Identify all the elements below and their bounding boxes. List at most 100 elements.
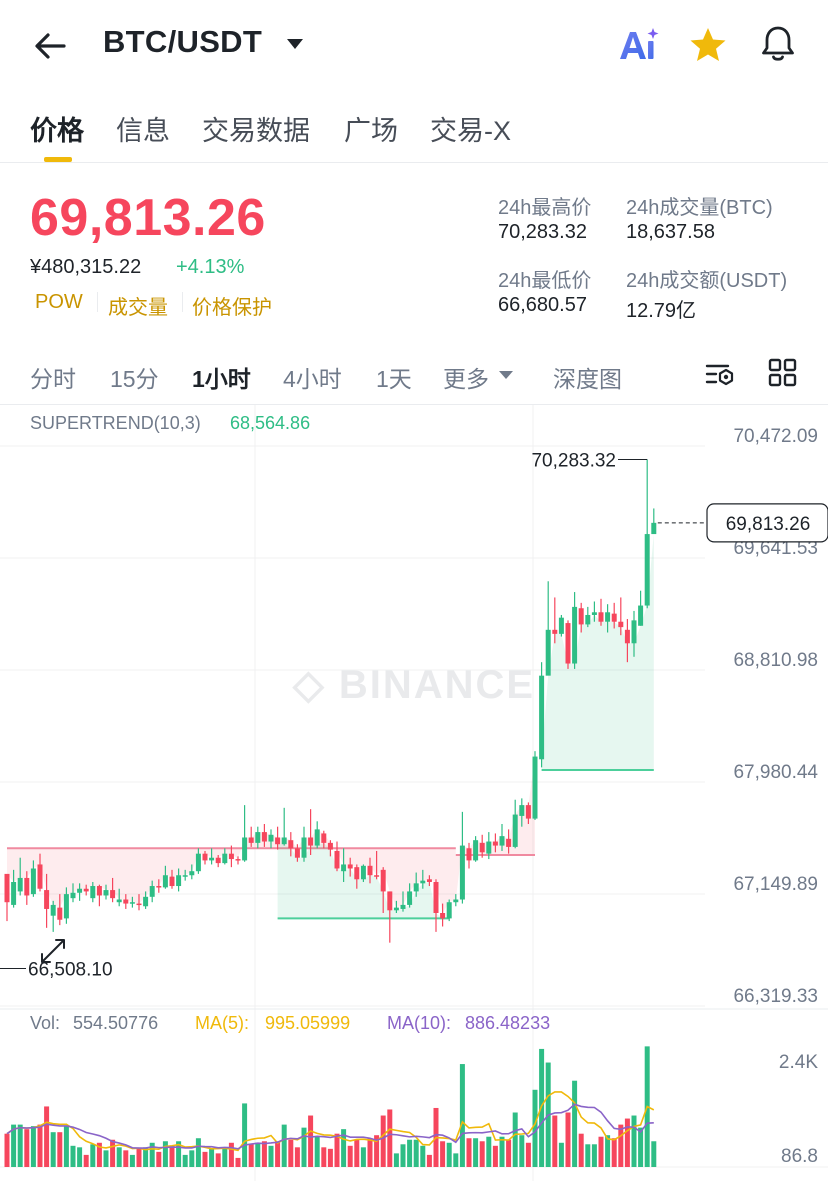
volume-bar xyxy=(195,1138,201,1167)
interval-1h[interactable]: 1小时 xyxy=(192,360,251,394)
candle-body xyxy=(341,864,347,872)
volume-bar xyxy=(24,1129,30,1167)
tab-trading-data[interactable]: 交易数据 xyxy=(202,109,310,148)
candle-body xyxy=(63,894,69,919)
tag-volume[interactable]: 成交量 xyxy=(108,291,168,320)
back-arrow-icon[interactable] xyxy=(30,26,70,66)
candle-body xyxy=(486,841,492,854)
candle-body xyxy=(202,853,208,861)
candle-body xyxy=(618,621,624,628)
candle-body xyxy=(605,612,611,622)
tab-price[interactable]: 价格 xyxy=(30,109,84,148)
depth-chart-tab[interactable]: 深度图 xyxy=(553,360,622,394)
tab-trading-x[interactable]: 交易-X xyxy=(430,109,511,148)
volume-bar xyxy=(651,1141,657,1167)
candle-body xyxy=(116,899,122,903)
interval-4h[interactable]: 4小时 xyxy=(283,360,342,394)
volume-bar xyxy=(446,1142,452,1167)
volume-bar xyxy=(248,1144,254,1167)
tag-pow[interactable]: POW xyxy=(35,291,83,314)
candle-body xyxy=(400,904,406,909)
candle-body xyxy=(96,886,102,896)
volume-bar xyxy=(83,1154,89,1167)
volume-bar xyxy=(294,1147,300,1167)
volume-bar xyxy=(17,1124,23,1167)
volume-tick-label: 86.8 xyxy=(781,1146,818,1167)
y-tick-label: 70,472.09 xyxy=(733,426,818,447)
candle-body xyxy=(156,886,162,888)
candle-body xyxy=(162,875,168,888)
candle-body xyxy=(644,534,650,606)
chart-settings-icon[interactable] xyxy=(704,358,736,390)
tab-square[interactable]: 广场 xyxy=(344,109,398,148)
candle-body xyxy=(327,842,333,850)
volume-bar xyxy=(103,1150,109,1167)
candle-body xyxy=(123,899,129,904)
candle-body xyxy=(360,865,366,880)
more-caret-down-icon[interactable] xyxy=(498,370,514,380)
volume-bar xyxy=(453,1153,459,1167)
volume-bar xyxy=(314,1136,320,1167)
volume-bar xyxy=(116,1147,122,1167)
last-price-label: 69,813.26 xyxy=(726,514,811,535)
candle-body xyxy=(519,805,525,816)
candle-body xyxy=(255,832,261,843)
volume-bar xyxy=(327,1148,333,1167)
kline-chart[interactable]: 70,472.09 69,641.53 68,810.98 67,980.44 67,1… xyxy=(0,404,828,1181)
candle-body xyxy=(591,612,597,615)
volume-bar xyxy=(182,1154,188,1167)
volume-bar xyxy=(611,1138,617,1167)
star-icon[interactable] xyxy=(688,26,728,64)
y-tick-label: 67,149.89 xyxy=(733,874,818,895)
chart-top-divider xyxy=(0,404,828,405)
candle-body xyxy=(30,868,36,895)
volume-bar xyxy=(4,1133,10,1167)
interval-time-sharing[interactable]: 分时 xyxy=(30,360,76,394)
bell-icon[interactable] xyxy=(758,24,798,64)
ma5-label: MA(5): xyxy=(195,1013,249,1033)
candle-body xyxy=(420,880,426,884)
trading-pair-title[interactable]: BTC/USDT xyxy=(103,24,262,60)
candle-body xyxy=(413,883,419,892)
candle-body xyxy=(367,865,373,876)
caret-down-icon[interactable] xyxy=(286,38,304,50)
tab-info[interactable]: 信息 xyxy=(116,109,170,148)
candle-body xyxy=(565,623,571,664)
last-price: 69,813.26 xyxy=(30,189,266,247)
candle-body xyxy=(506,838,512,847)
volume-bar xyxy=(156,1151,162,1167)
ai-icon[interactable] xyxy=(617,26,661,66)
volume-bar xyxy=(506,1139,512,1167)
candle-body xyxy=(235,859,241,861)
volume-label: Vol: xyxy=(30,1013,61,1033)
interval-more[interactable]: 更多 xyxy=(443,360,489,394)
tag-price-protection[interactable]: 价格保护 xyxy=(192,291,272,320)
volume-bar xyxy=(347,1145,353,1167)
volume-bar xyxy=(473,1138,479,1167)
volume-bar xyxy=(209,1148,215,1167)
volume-bar xyxy=(605,1135,611,1167)
volume-bar xyxy=(268,1145,274,1167)
candle-body xyxy=(631,620,637,644)
volume-bar xyxy=(189,1150,195,1167)
volume-bar xyxy=(426,1154,432,1167)
interval-1d[interactable]: 1天 xyxy=(376,360,412,394)
grid-layout-icon[interactable] xyxy=(768,358,798,388)
volume-bar xyxy=(162,1141,168,1167)
volume-btc-24h-value: 18,637.58 xyxy=(626,221,715,243)
candle-body xyxy=(387,891,393,911)
candle-body xyxy=(24,877,30,896)
volume-bar xyxy=(50,1132,56,1167)
candle-body xyxy=(103,890,109,896)
volume-bar xyxy=(479,1141,485,1167)
kline-chart-canvas[interactable]: 70,472.0969,641.5368,810.9867,980.4467,1… xyxy=(0,404,828,1181)
volume-bar xyxy=(459,1064,465,1167)
volume-bar xyxy=(407,1139,413,1167)
volume-bar xyxy=(393,1153,399,1167)
interval-15m[interactable]: 15分 xyxy=(110,360,159,394)
volume-bar xyxy=(288,1139,294,1167)
volume-bar xyxy=(413,1139,419,1167)
volume-value: 554.50776 xyxy=(73,1013,159,1033)
volume-bar xyxy=(308,1115,314,1167)
volume-bar xyxy=(242,1103,248,1167)
